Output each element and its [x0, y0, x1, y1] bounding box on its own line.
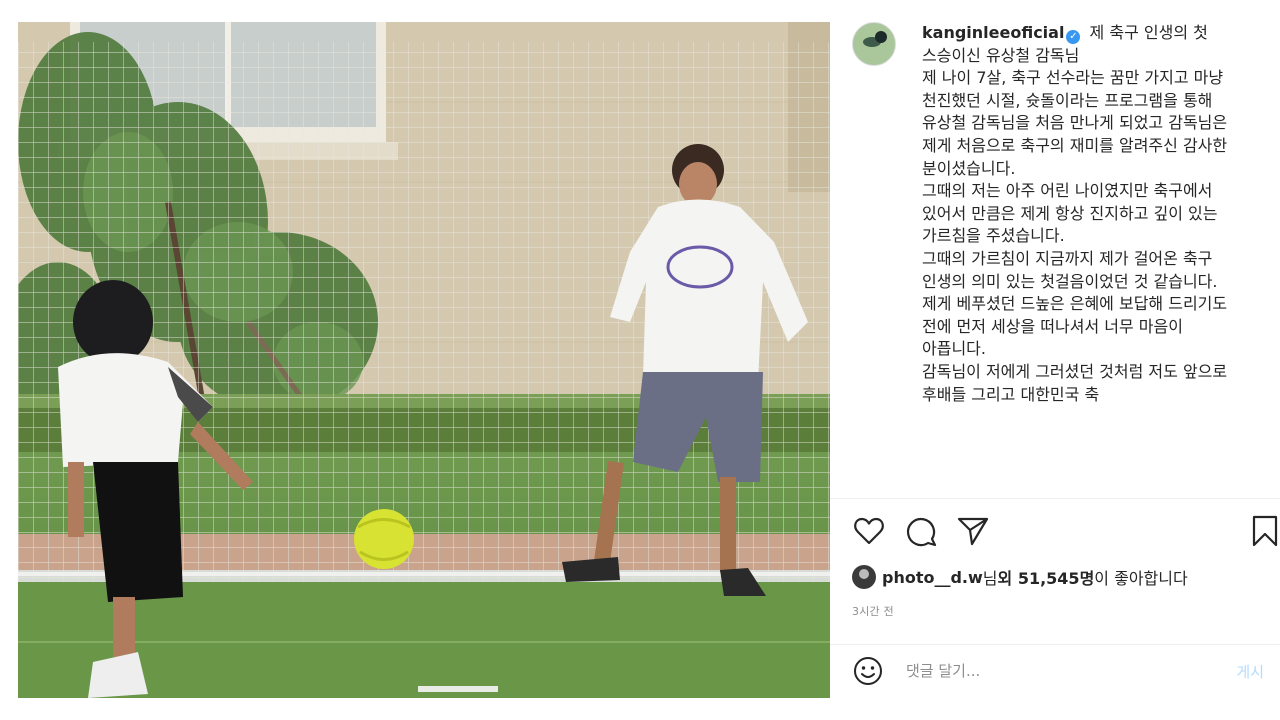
likes-count[interactable]: 외 51,545명 — [998, 565, 1095, 589]
photo-scene — [18, 22, 830, 698]
username-link[interactable]: kanginleeoficial — [922, 23, 1064, 42]
post-timestamp[interactable]: 3시간 전 — [852, 603, 894, 619]
post-side-panel: kanginleeoficial ✓ 제 축구 인생의 첫 스승이신 유상철 감독… — [830, 22, 1280, 698]
comment-icon[interactable] — [904, 514, 938, 548]
caption-line: 감독님이 저에게 그러셨던 것처럼 저도 앞으로 후배들 그리고 대한민국 축 — [922, 361, 1228, 404]
likes-text: 님 — [982, 569, 998, 588]
post-comment-button[interactable]: 게시 — [1236, 661, 1264, 682]
caption-line: 그때의 저는 아주 어린 나이였지만 축구에서 있어서 만큼은 제게 항상 진지… — [922, 181, 1218, 246]
divider — [830, 498, 1280, 499]
soccer-ball — [354, 509, 414, 569]
comment-input[interactable] — [906, 659, 1206, 683]
caption-area: kanginleeoficial ✓ 제 축구 인생의 첫 스승이신 유상철 감독… — [830, 22, 1280, 497]
liker-username[interactable]: photo__d.w — [882, 568, 983, 587]
paper-plane-icon[interactable] — [956, 514, 990, 548]
caption-line: 제게 베푸셨던 드높은 은혜에 보답해 드리기도 전에 먼저 세상을 떠나셔서 … — [922, 294, 1228, 359]
comment-form: 게시 — [830, 645, 1280, 698]
action-bar — [852, 514, 1278, 550]
caption-line: 제 나이 7살, 축구 선수라는 꿈만 가지고 마냥 천진했던 시절, 슛돌이라… — [922, 68, 1228, 178]
post-caption: kanginleeoficial ✓ 제 축구 인생의 첫 스승이신 유상철 감독… — [922, 22, 1244, 406]
heart-icon[interactable] — [852, 514, 886, 548]
user-avatar[interactable] — [852, 22, 896, 66]
emoji-icon[interactable] — [852, 655, 884, 687]
likes-summary: photo__d.w 님 외 51,545명 이 좋아합니다 — [852, 565, 1188, 589]
post-photo[interactable] — [18, 22, 830, 698]
bookmark-icon[interactable] — [1248, 514, 1280, 548]
caption-line: 그때의 가르침이 지금까지 제가 걸어온 축구 인생의 의미 있는 첫걸음이었던… — [922, 248, 1218, 291]
liker-avatar[interactable] — [852, 565, 876, 589]
verified-badge-icon: ✓ — [1066, 30, 1081, 44]
likes-text: 이 좋아합니다 — [1094, 569, 1188, 588]
